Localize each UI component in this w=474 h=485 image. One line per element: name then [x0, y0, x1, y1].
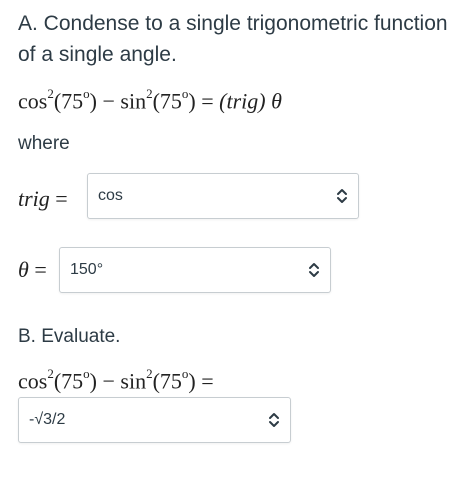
sin-arg: (75	[152, 368, 182, 394]
chevron-up-down-icon	[337, 189, 347, 203]
cos-text: cos	[18, 88, 48, 114]
equals-sign: =	[195, 368, 214, 394]
minus-sign: −	[96, 368, 121, 394]
cos-arg: (75	[53, 368, 84, 394]
sin-close: )	[188, 88, 196, 114]
theta-select[interactable]: 150°	[59, 247, 331, 293]
equals-sign: =	[195, 88, 220, 114]
trig-row-label: trig =	[18, 186, 68, 212]
trig-equals: =	[55, 186, 68, 211]
theta-select-value: 150°	[70, 261, 104, 278]
cos-close: )	[89, 368, 97, 394]
cos-text: cos	[18, 368, 48, 394]
sin-arg: (75	[152, 88, 182, 114]
trig-select[interactable]: cos	[87, 173, 359, 219]
part-a-prompt: A. Condense to a single trigonometric fu…	[18, 12, 448, 66]
trig-label: trig	[18, 186, 50, 211]
sin-exponent: 2	[146, 86, 153, 101]
sin-close: )	[188, 368, 196, 394]
cos-exponent: 2	[47, 86, 54, 101]
trig-select-value: cos	[98, 187, 123, 204]
cos-close: )	[89, 88, 97, 114]
cos-exponent: 2	[47, 366, 54, 381]
sin-text: sin	[120, 88, 147, 114]
sin-degree: o	[181, 86, 189, 101]
part-a-equation: cos2(75o) − sin2(75o) = (trig) θ	[18, 86, 282, 114]
part-b-prompt: B. Evaluate.	[18, 326, 121, 347]
chevron-up-down-icon	[309, 263, 319, 277]
minus-sign: −	[96, 88, 121, 114]
cos-degree: o	[83, 366, 90, 381]
cos-arg: (75	[53, 88, 84, 114]
part-b-equation: cos2(75o) − sin2(75o) =	[18, 366, 214, 394]
where-label: where	[18, 133, 70, 154]
cos-degree: o	[83, 86, 90, 101]
chevron-up-down-icon	[269, 413, 279, 427]
theta-label: θ	[18, 257, 29, 282]
theta-equals: =	[34, 257, 47, 282]
answer-select-value: -√3/2	[29, 411, 66, 428]
sin-degree: o	[181, 366, 189, 381]
sin-text: sin	[120, 368, 147, 394]
theta-row-label: θ =	[18, 257, 47, 283]
sin-exponent: 2	[146, 366, 153, 381]
theta-term: θ	[271, 88, 282, 114]
trig-term: (trig)	[219, 88, 266, 114]
answer-select[interactable]: -√3/2	[18, 397, 291, 443]
